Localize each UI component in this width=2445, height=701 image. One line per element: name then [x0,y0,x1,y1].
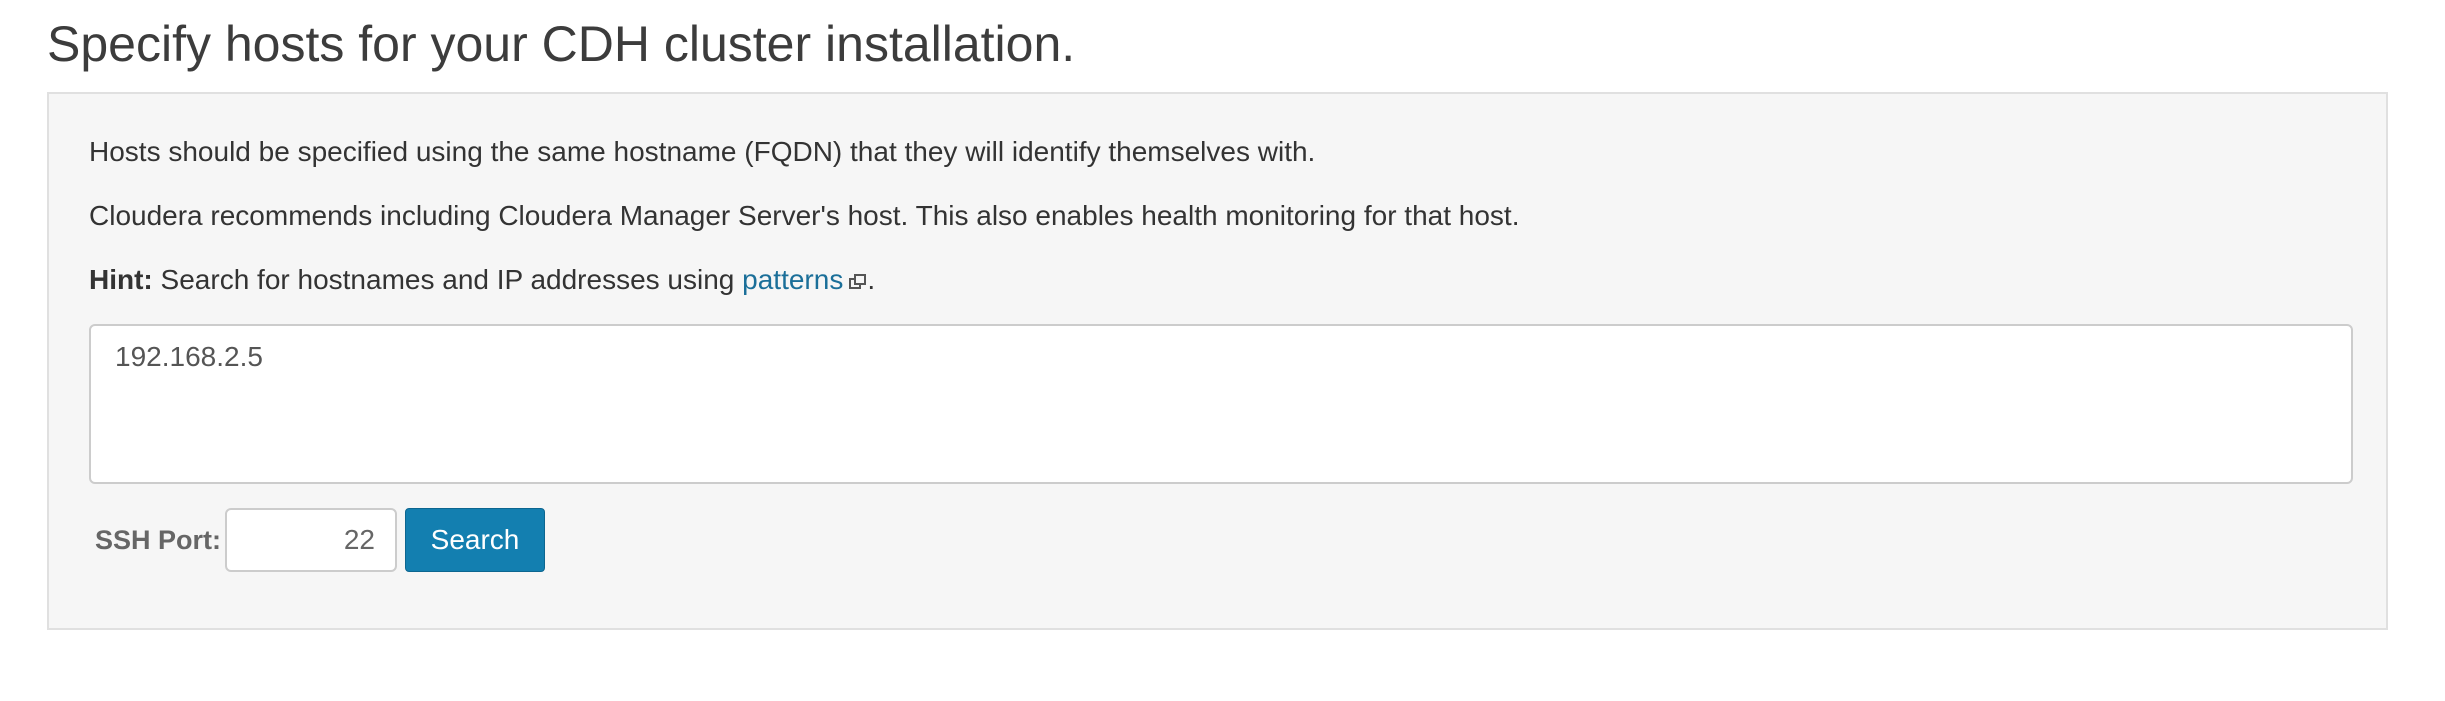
page-title: Specify hosts for your CDH cluster insta… [47,16,1076,72]
host-specification-panel: Hosts should be specified using the same… [47,92,2388,630]
hint-text: Hint: Search for hostnames and IP addres… [89,262,875,298]
ssh-port-input[interactable] [225,508,397,572]
hint-period: . [867,264,876,295]
ssh-port-label: SSH Port: [95,525,222,555]
patterns-link-label: patterns [742,264,844,295]
search-button[interactable]: Search [405,508,545,572]
cm-server-recommendation: Cloudera recommends including Cloudera M… [89,200,1520,231]
hosts-input[interactable]: 192.168.2.5 [89,324,2353,484]
patterns-link[interactable]: patterns [742,264,867,295]
hint-description: Search for hostnames and IP addresses us… [160,264,735,295]
hint-label: Hint: [89,264,153,295]
external-link-icon [849,263,867,289]
fqdn-instruction: Hosts should be specified using the same… [89,136,1316,167]
